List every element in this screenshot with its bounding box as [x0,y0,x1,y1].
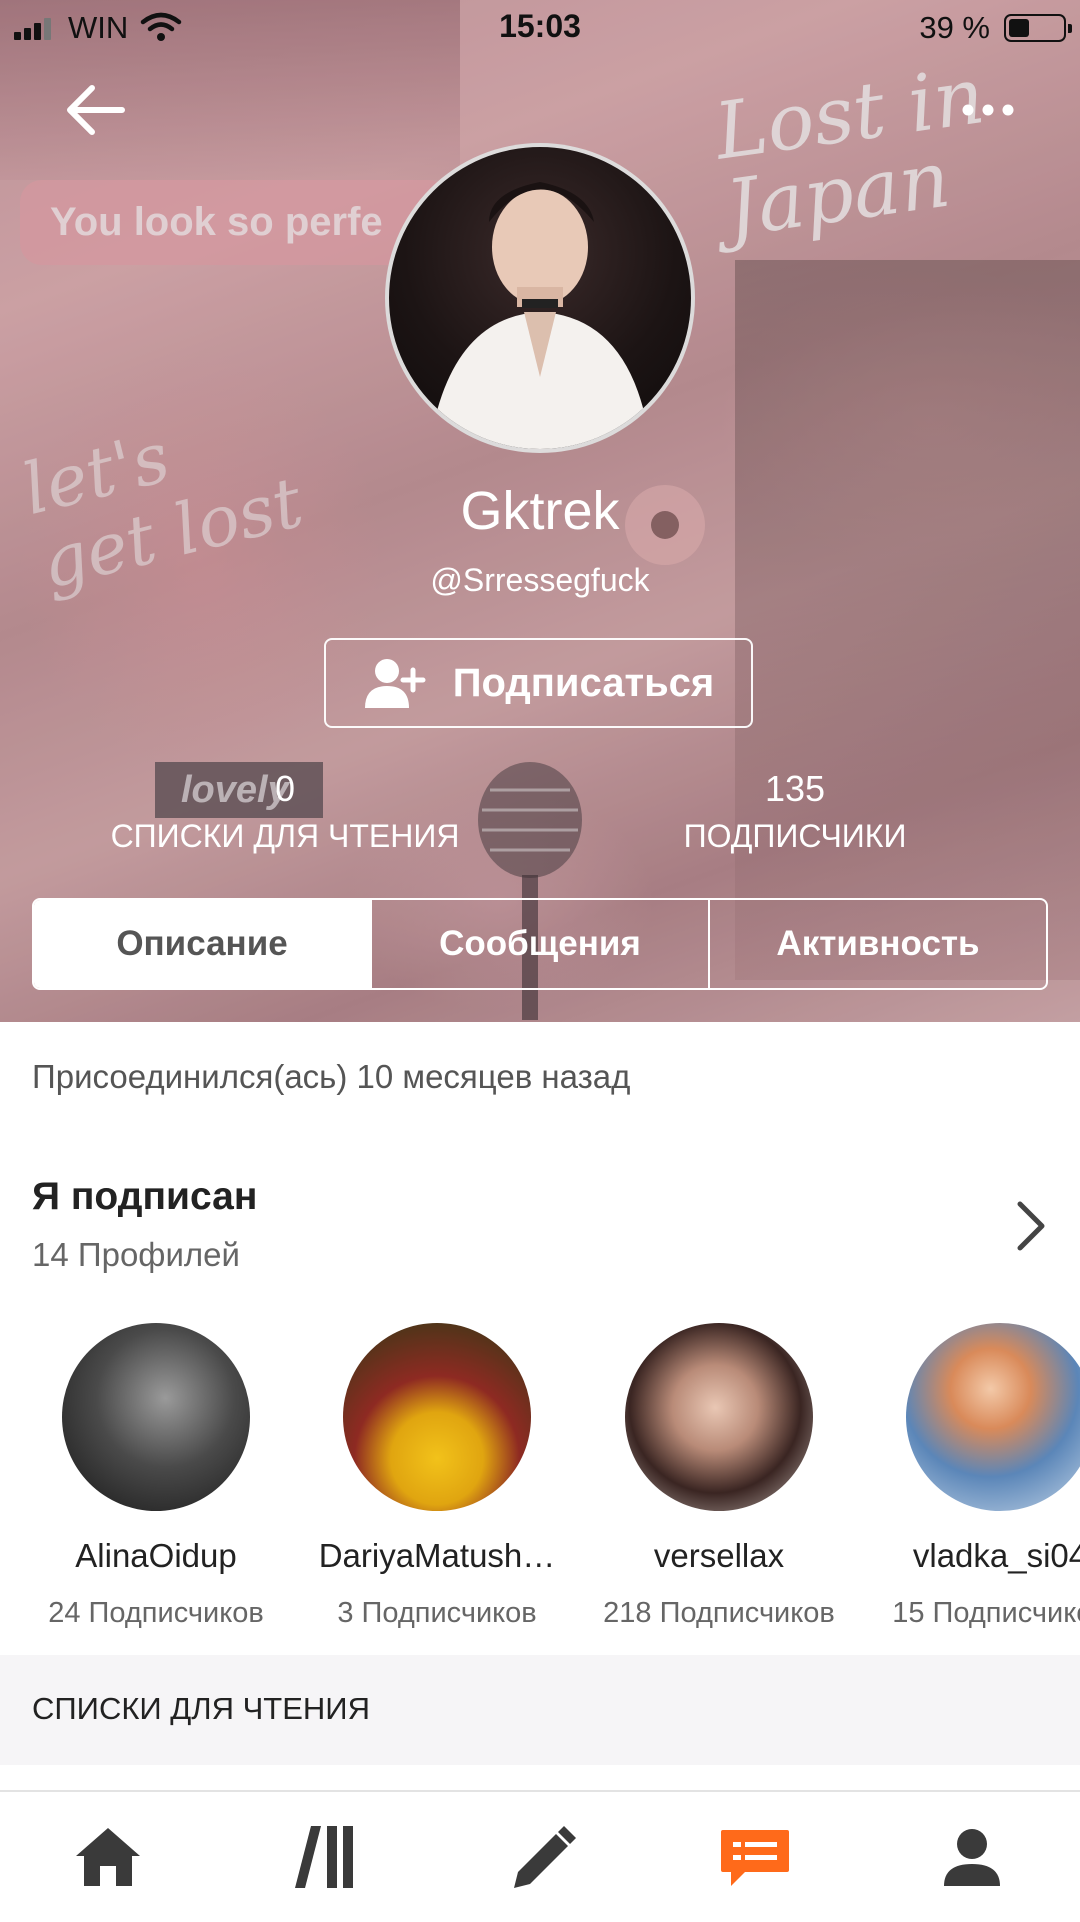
user-name: DariyaMatush… [318,1537,556,1574]
user-followers: 218 Подписчиков [603,1597,835,1629]
user-followers: 3 Подписчиков [337,1597,537,1629]
user-avatar [906,1323,1080,1511]
following-user-card[interactable]: vladka_si04 15 Подписчиков [860,1323,1080,1630]
profile-username: @Srressegfuck [430,562,650,598]
messages-icon[interactable] [715,1822,795,1892]
followers-stat[interactable]: 135 ПОДПИСЧИКИ [570,768,1020,855]
following-list: AlinaOidup 24 Подписчиков DariyaMatush… … [0,1323,1080,1653]
user-name: vladka_si04 [912,1537,1080,1574]
back-arrow-icon[interactable] [60,80,130,140]
tab-activity[interactable]: Активность [708,900,1046,988]
profile-icon[interactable] [932,1822,1012,1892]
following-count: 14 Профилей [32,1236,240,1273]
library-icon[interactable] [285,1822,365,1892]
following-user-card[interactable]: DariyaMatush… 3 Подписчиков [297,1323,577,1630]
more-options-icon[interactable] [958,90,1018,130]
reading-lists-label: СПИСКИ ДЛЯ ЧТЕНИЯ [110,818,460,854]
followers-label: ПОДПИСЧИКИ [683,818,907,854]
reading-lists-section-title: СПИСКИ ДЛЯ ЧТЕНИЯ [32,1691,370,1726]
following-user-card[interactable]: versellax 218 Подписчиков [579,1323,859,1630]
following-section-title[interactable]: Я подписан [32,1175,257,1219]
write-icon[interactable] [500,1822,580,1892]
battery-fill [1009,19,1029,37]
tab-conversations[interactable]: Сообщения [370,900,708,988]
user-followers: 24 Подписчиков [48,1597,264,1629]
user-avatar [62,1323,250,1511]
tab-about[interactable]: Описание [34,900,370,988]
follow-button[interactable]: Подписаться [324,638,753,728]
status-bar: WIN 15:03 39 % [0,0,1080,56]
following-user-card[interactable]: AlinaOidup 24 Подписчиков [16,1323,296,1630]
reading-lists-stat[interactable]: 0 СПИСКИ ДЛЯ ЧТЕНИЯ [60,768,510,855]
user-avatar [343,1323,531,1511]
joined-date: Присоединился(ась) 10 месяцев назад [32,1058,631,1095]
profile-tabs: Описание Сообщения Активность [32,898,1048,990]
add-user-icon [364,659,426,708]
clock: 15:03 [499,8,581,44]
reading-lists-count: 0 [274,768,296,809]
bottom-navigation [0,1790,1080,1922]
user-avatar [625,1323,813,1511]
profile-avatar[interactable] [385,143,695,453]
battery-icon [1004,14,1072,42]
user-name: AlinaOidup [75,1537,237,1574]
followers-count: 135 [764,768,826,809]
user-name: versellax [653,1537,785,1574]
chevron-right-icon[interactable] [1010,1196,1050,1256]
profile-display-name: Gktrek [460,481,620,541]
home-icon[interactable] [68,1822,148,1892]
follow-button-label: Подписаться [452,660,715,705]
battery-percent: 39 % [919,10,990,45]
avatar-portrait [429,182,651,449]
reading-lists-section: СПИСКИ ДЛЯ ЧТЕНИЯ [0,1655,1080,1765]
user-followers: 15 Подписчиков [892,1597,1080,1629]
